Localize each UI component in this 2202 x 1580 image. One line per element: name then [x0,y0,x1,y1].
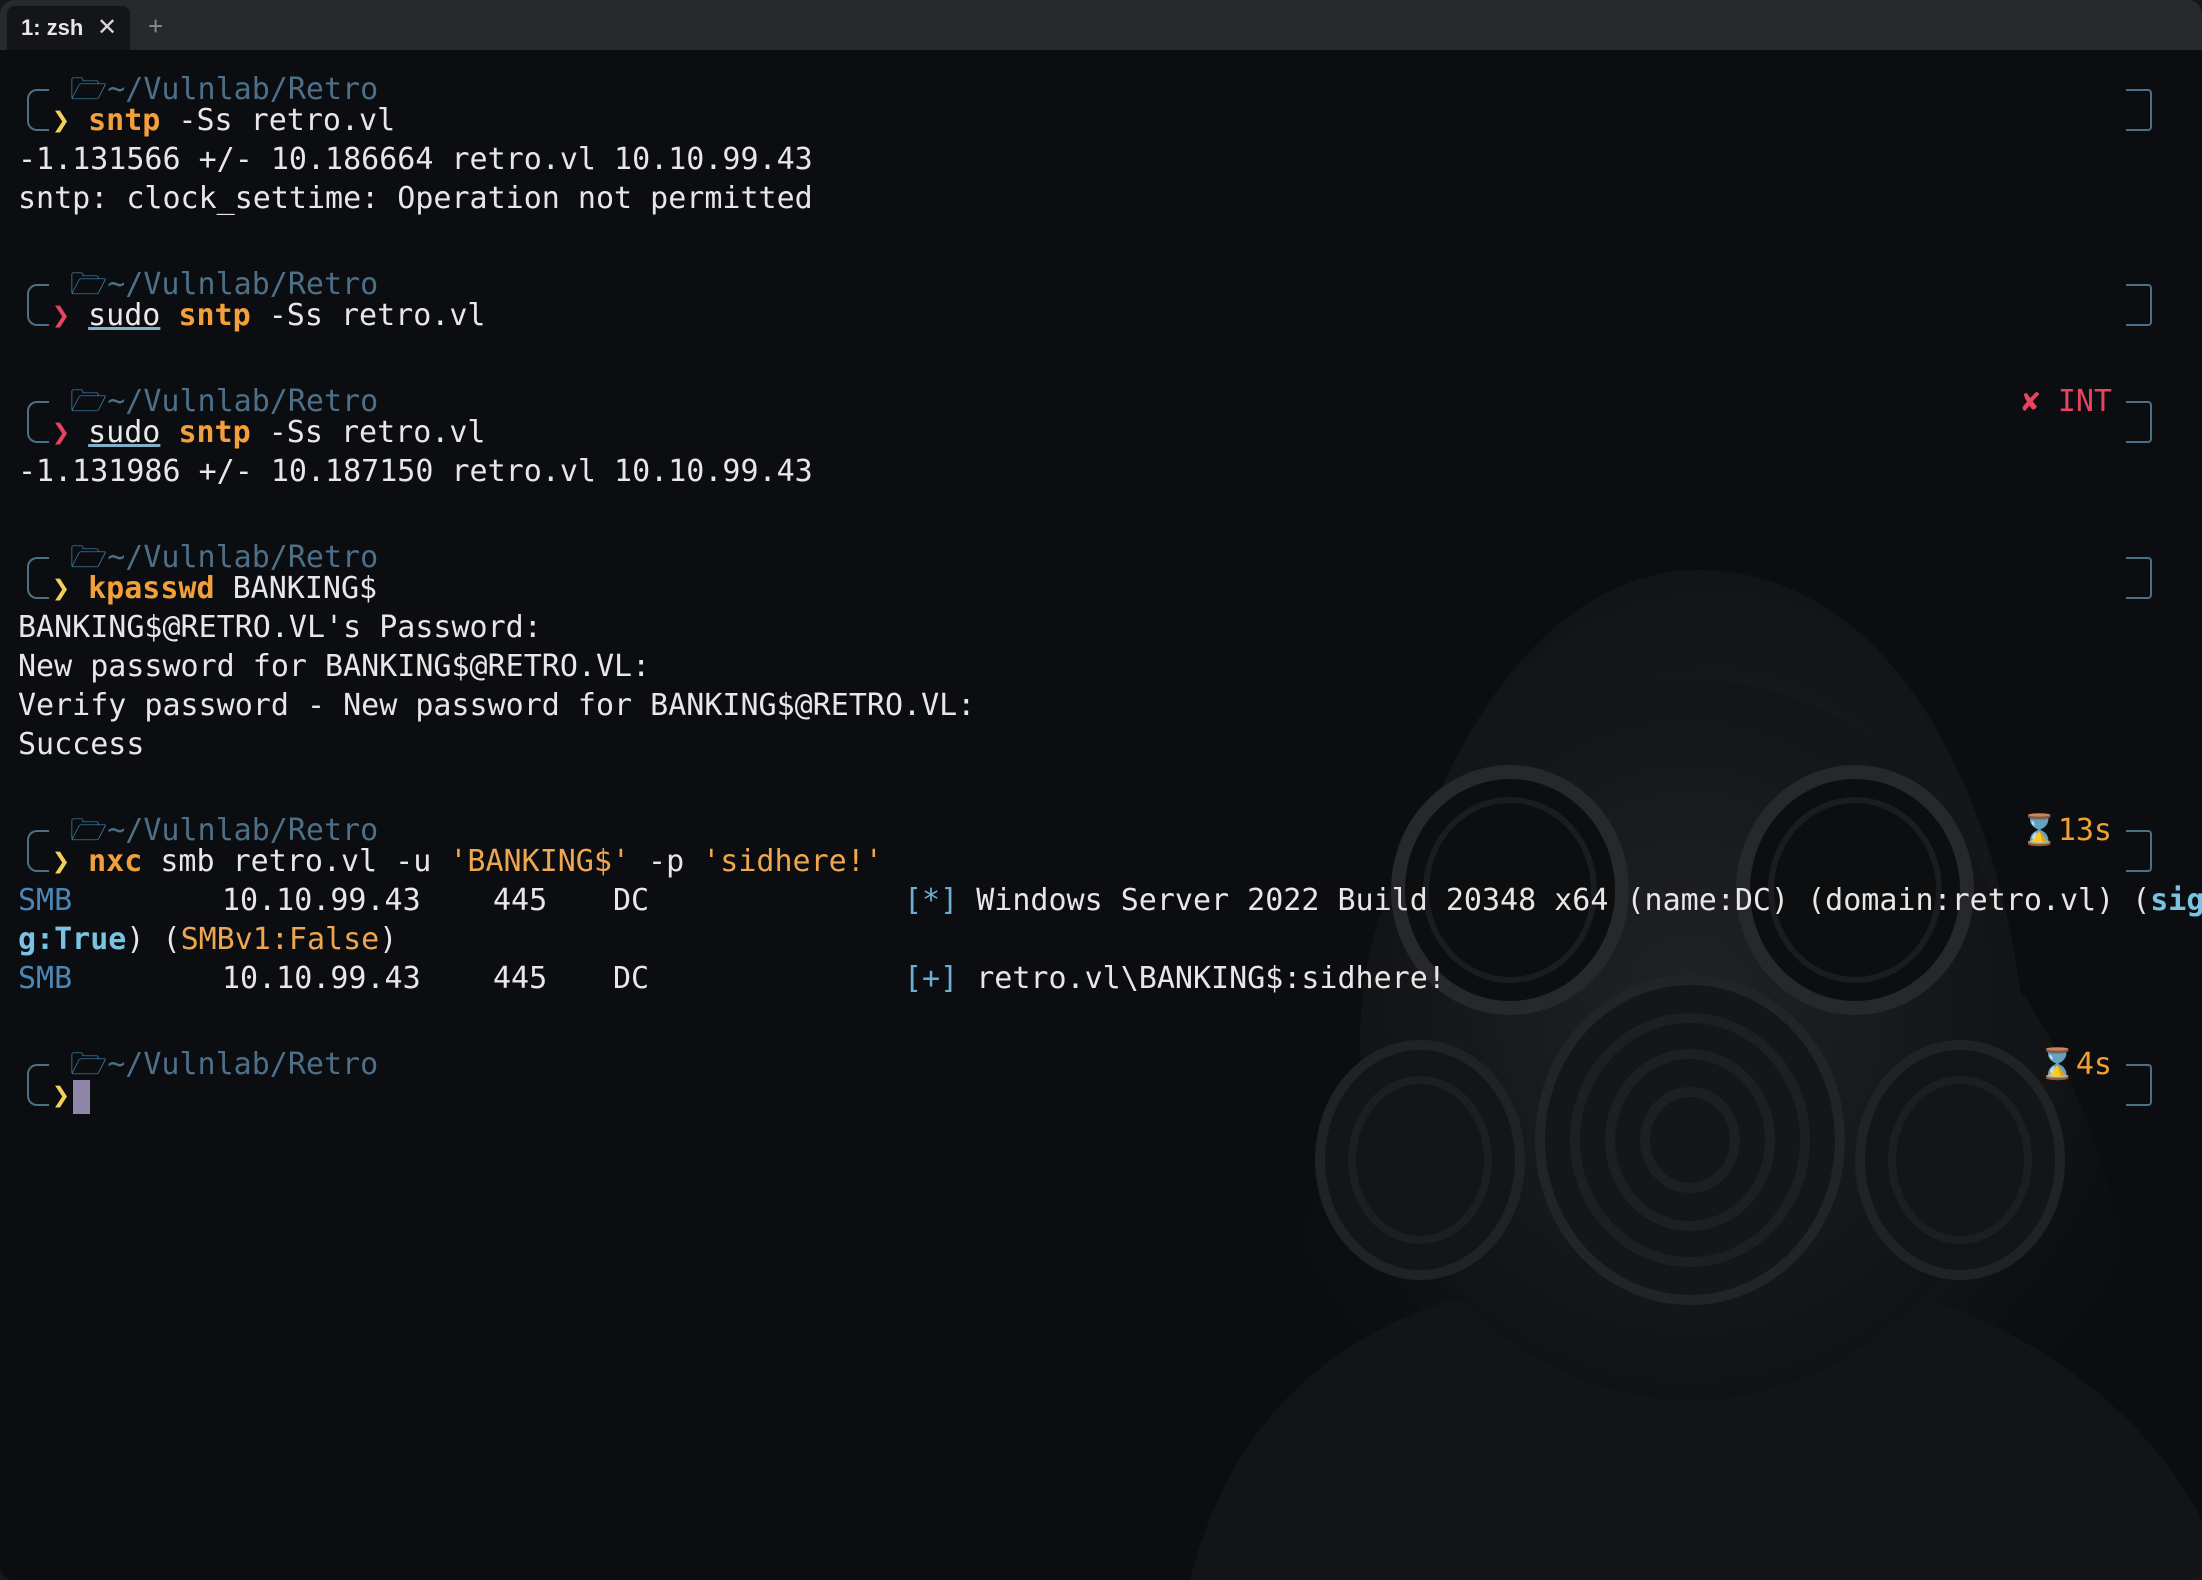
input-line[interactable]: ❯ [52,1076,91,1115]
info-message: ) ( [126,922,181,957]
tab-zsh[interactable]: 1: zsh ✕ [7,6,130,50]
command-sudo: sudo [88,298,161,333]
interrupt-indicator: ✘ INT [2022,382,2112,421]
command-args: -p [629,844,703,879]
new-tab-button[interactable]: + [148,9,163,43]
command-name: sntp [178,415,251,450]
command-string-arg: 'sidhere!' [702,844,883,879]
prompt-line: 🗁~/Vulnlab/Retro [70,1045,378,1084]
prompt-bracket-right [2126,830,2152,872]
prompt-arrow: ❯ [52,103,71,138]
prompt-arrow: ❯ [52,571,71,606]
interrupt-label: INT [2057,384,2112,419]
command-line: ❯ sudo sntp -Ss retro.vl [52,413,486,452]
info-message: ) [379,922,398,957]
cross-icon: ✘ [2021,384,2040,419]
prompt-arrow: ❯ [52,298,71,333]
output-line: Verify password - New password for BANKI… [18,688,976,723]
hourglass-icon: ⌛ [2038,1047,2076,1082]
prompt-bracket-left [27,830,49,872]
command-name: sntp [178,298,251,333]
prompt-bracket-right [2126,557,2152,599]
command-line: ❯ sntp -Ss retro.vl [52,101,395,140]
terminal-output[interactable]: 🗁~/Vulnlab/Retro ❯ sntp -Ss retro.vl -1.… [0,50,2202,1580]
prompt-bracket-left [27,557,49,599]
smb-proto: SMB [18,883,73,918]
duration-label: 4s [2075,1047,2112,1082]
prompt-path: ~/Vulnlab/Retro [107,1047,379,1082]
command-args: -Ss retro.vl [250,415,486,450]
prompt-arrow: ❯ [52,1078,71,1113]
duration-label: 13s [2057,813,2112,848]
command-line: ❯ nxc smb retro.vl -u 'BANKING$' -p 'sid… [52,842,883,881]
smbv1-flag: SMBv1:False [180,922,380,957]
smb-host: DC [613,883,650,918]
smb-host: DC [613,961,650,996]
duration-indicator: ⌛13s [2020,811,2112,850]
info-message: Windows Server 2022 Build 20348 x64 (nam… [958,883,2151,918]
command-args: BANKING$ [214,571,378,606]
output-line: Success [18,727,145,762]
prompt-bracket-left [27,284,49,326]
tab-bar: 1: zsh ✕ + [0,0,2202,50]
output-line: -1.131986 +/- 10.187150 retro.vl 10.10.9… [18,454,813,489]
command-sudo: sudo [88,415,161,450]
prompt-bracket-left [27,401,49,443]
smb-info-wrap: g:True) (SMBv1:False) [18,920,397,959]
output-line: -1.131566 +/- 10.186664 retro.vl 10.10.9… [18,142,813,177]
hourglass-icon: ⌛ [2020,813,2058,848]
smb-ip: 10.10.99.43 [222,961,421,996]
duration-indicator: ⌛4s [2039,1045,2112,1084]
output-line: New password for BANKING$@RETRO.VL: [18,649,651,684]
command-name: sntp [88,103,161,138]
signing-flag: g:True [18,922,127,957]
prompt-bracket-right [2126,284,2152,326]
prompt-bracket-left [27,1064,49,1106]
prompt-bracket-left [27,89,49,131]
command-args: smb retro.vl -u [142,844,450,879]
command-line: ❯ kpasswd BANKING$ [52,569,377,608]
terminal-window: 1: zsh ✕ + 🗁~/Vulnlab/Retro ❯ sntp -Ss r… [0,0,2202,1580]
info-tag: [*] [904,883,959,918]
text-cursor[interactable] [73,1079,91,1114]
smb-proto: SMB [18,961,73,996]
tab-label: 1: zsh [21,15,84,40]
command-name: kpasswd [88,571,215,606]
smb-success-line: [+] retro.vl\BANKING$:sidhere! [904,959,1446,998]
command-string-arg: 'BANKING$' [449,844,630,879]
prompt-arrow: ❯ [52,415,71,450]
success-tag: [+] [904,961,959,996]
command-line: ❯ sudo sntp -Ss retro.vl [52,296,486,335]
smb-port: 445 [493,883,548,918]
prompt-bracket-right [2126,1064,2152,1106]
smb-ip: 10.10.99.43 [222,883,421,918]
smb-port: 445 [493,961,548,996]
close-icon[interactable]: ✕ [97,8,117,48]
command-args: -Ss retro.vl [160,103,396,138]
success-message: retro.vl\BANKING$:sidhere! [958,961,1446,996]
output-line: sntp: clock_settime: Operation not permi… [18,181,813,216]
prompt-bracket-right [2126,401,2152,443]
prompt-bracket-right [2126,89,2152,131]
prompt-arrow: ❯ [52,844,71,879]
command-args: -Ss retro.vl [250,298,486,333]
output-line: BANKING$@RETRO.VL's Password: [18,610,542,645]
smb-info-line: [*] Windows Server 2022 Build 20348 x64 … [904,881,2202,920]
signing-flag: signin [2150,883,2202,918]
command-name: nxc [88,844,143,879]
